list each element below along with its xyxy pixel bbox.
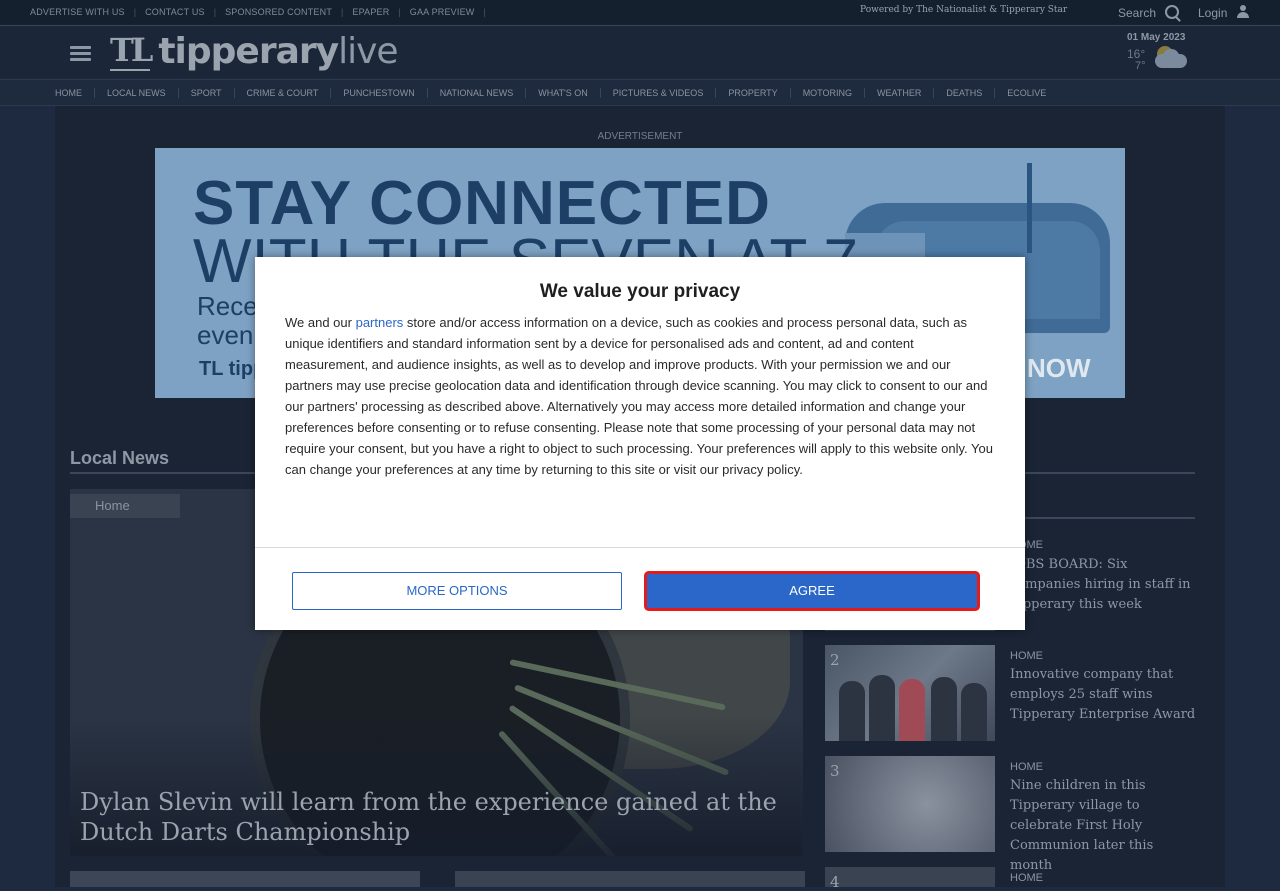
article-thumbnail[interactable] <box>455 871 805 887</box>
nav-property[interactable]: PROPERTY <box>728 88 777 98</box>
utility-links: ADVERTISE WITH US | CONTACT US | SPONSORED… <box>30 7 495 17</box>
temperature-low: 7° <box>1135 60 1146 72</box>
popular-item-image <box>825 867 995 887</box>
popular-item-image <box>825 645 995 741</box>
section-heading: Local News <box>70 448 170 468</box>
popular-item-tag[interactable]: HOME <box>1010 761 1043 773</box>
separator: | <box>398 7 401 17</box>
logo-live-text: live <box>338 30 398 72</box>
popular-item[interactable]: 4 HOME <box>825 867 1195 891</box>
popular-item-title[interactable]: Innovative company that employs 25 staff… <box>1010 665 1196 725</box>
popular-item-tag[interactable]: HOME <box>1010 872 1043 884</box>
main-nav: HOME LOCAL NEWS SPORT CRIME & COURT PUNC… <box>0 79 1280 106</box>
popular-item-image <box>825 756 995 852</box>
nav-whats-on[interactable]: WHAT'S ON <box>538 88 588 98</box>
gaa-preview-link[interactable]: GAA PREVIEW <box>410 7 475 17</box>
popular-item-tag[interactable]: HOME <box>1010 650 1043 662</box>
nav-motoring[interactable]: MOTORING <box>803 88 852 98</box>
powered-by-label[interactable]: Powered by The Nationalist & Tipperary S… <box>860 5 1067 15</box>
advert-text-2: even <box>197 320 254 350</box>
nav-crime-court[interactable]: CRIME & COURT <box>247 88 319 98</box>
partners-link[interactable]: partners <box>356 315 404 330</box>
weather-cloud-icon[interactable] <box>1153 46 1189 74</box>
nav-deaths[interactable]: DEATHS <box>946 88 982 98</box>
privacy-consent-dialog: We value your privacy We and our partner… <box>255 257 1025 630</box>
user-icon[interactable] <box>1237 5 1249 19</box>
dialog-title: We value your privacy <box>539 281 741 302</box>
nav-local-news[interactable]: LOCAL NEWS <box>107 88 166 98</box>
mailbox-flag <box>1027 163 1032 253</box>
popular-item[interactable]: 3 HOME Nine children in this Tipperary v… <box>825 756 1195 873</box>
nav-weather[interactable]: WEATHER <box>877 88 921 98</box>
advert-text-1: Rece <box>197 291 258 321</box>
popular-item-number: 2 <box>830 651 840 669</box>
nav-sport[interactable]: SPORT <box>191 88 222 98</box>
hero-category-tag[interactable]: Home <box>70 494 180 518</box>
search-icon[interactable] <box>1165 5 1179 19</box>
current-date: 01 May 2023 <box>1127 32 1186 43</box>
epaper-link[interactable]: EPAPER <box>352 7 389 17</box>
nav-ecolive[interactable]: ECOLIVE <box>1007 88 1046 98</box>
temperature-high: 16° <box>1127 47 1146 61</box>
article-thumbnail[interactable] <box>70 871 420 887</box>
separator: | <box>213 7 217 17</box>
hero-title[interactable]: Dylan Slevin will learn from the experie… <box>80 787 790 847</box>
separator: | <box>483 7 486 17</box>
search-label[interactable]: Search <box>1118 6 1156 20</box>
separator: | <box>133 7 137 17</box>
logo-main-text: tipperary <box>158 30 339 72</box>
popular-item-number: 4 <box>830 873 840 891</box>
nav-national-news[interactable]: NATIONAL NEWS <box>440 88 514 98</box>
contact-link[interactable]: CONTACT US <box>145 7 205 17</box>
nav-pictures-videos[interactable]: PICTURES & VIDEOS <box>613 88 704 98</box>
popular-item-number: 3 <box>830 762 840 780</box>
advertisement-label: ADVERTISEMENT <box>597 131 683 142</box>
site-header: TL tipperary live 01 May 2023 16° 7° <box>0 26 1280 78</box>
nav-punchestown[interactable]: PUNCHESTOWN <box>343 88 414 98</box>
advertise-link[interactable]: ADVERTISE WITH US <box>30 7 125 17</box>
utility-bar: ADVERTISE WITH US | CONTACT US | SPONSORED… <box>0 0 1280 26</box>
popular-item-title[interactable]: Nine children in this Tipperary village … <box>1010 776 1196 876</box>
dialog-divider <box>255 547 1025 548</box>
popular-item[interactable]: 2 HOME Innovative company that employs 2… <box>825 645 1195 741</box>
more-options-button[interactable]: MORE OPTIONS <box>292 572 622 610</box>
site-logo[interactable]: TL tipperary live <box>110 30 399 72</box>
dialog-body: We and our partners store and/or access … <box>285 315 993 477</box>
agree-button[interactable]: AGREE <box>647 574 977 608</box>
sponsored-content-link[interactable]: SPONSORED CONTENT <box>225 7 332 17</box>
nav-home[interactable]: HOME <box>55 88 82 98</box>
separator: | <box>341 7 344 17</box>
login-link[interactable]: Login <box>1198 6 1227 20</box>
popular-item-title[interactable]: JOBS BOARD: Six companies hiring in staf… <box>1010 555 1196 615</box>
advert-cta: NOW <box>1027 353 1091 383</box>
menu-icon[interactable] <box>70 46 91 61</box>
logo-initials: TL <box>110 31 153 71</box>
